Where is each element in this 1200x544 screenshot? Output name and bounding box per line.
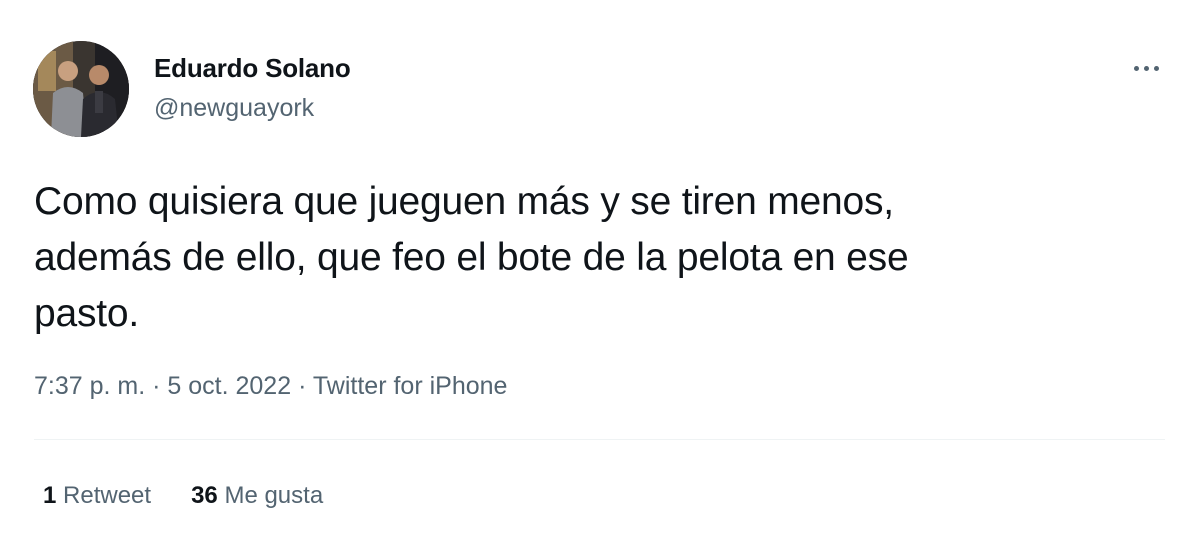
- retweets-label: Retweet: [63, 482, 152, 509]
- author-name[interactable]: Eduardo Solano: [154, 53, 351, 84]
- tweet-text-line: además de ello, que feo el bote de la pe…: [34, 236, 909, 279]
- more-options-button[interactable]: [1124, 52, 1168, 84]
- more-horizontal-icon: [1143, 65, 1149, 71]
- tweet-text-line: pasto.: [34, 292, 140, 335]
- tweet-metadata: 7:37 p. m. · 5 oct. 2022 · Twitter for i…: [34, 372, 507, 401]
- retweets-stat[interactable]: 1 Retweet: [43, 482, 151, 510]
- likes-stat[interactable]: 36 Me gusta: [191, 482, 323, 510]
- avatar-photo: [33, 41, 129, 137]
- divider: [34, 439, 1165, 440]
- retweets-count: 1: [43, 482, 57, 509]
- tweet-stats: 1 Retweet 36 Me gusta: [43, 482, 323, 510]
- author-handle[interactable]: @newguayork: [154, 94, 314, 123]
- tweet-text: Como quisiera que jueguen más y se tiren…: [34, 174, 1134, 342]
- likes-label: Me gusta: [224, 482, 324, 509]
- tweet-card: Eduardo Solano @newguayork Como quisiera…: [0, 0, 1200, 544]
- meta-separator: ·: [152, 372, 168, 400]
- avatar[interactable]: [33, 41, 129, 137]
- tweet-source[interactable]: Twitter for iPhone: [313, 372, 508, 400]
- tweet-date[interactable]: 5 oct. 2022: [167, 372, 291, 400]
- meta-separator: ·: [298, 372, 313, 400]
- tweet-text-line: Como quisiera que jueguen más y se tiren…: [34, 180, 894, 223]
- tweet-time[interactable]: 7:37 p. m.: [34, 372, 145, 400]
- likes-count: 36: [191, 482, 218, 509]
- more-horizontal-icon: [1133, 65, 1139, 71]
- more-horizontal-icon: [1153, 65, 1159, 71]
